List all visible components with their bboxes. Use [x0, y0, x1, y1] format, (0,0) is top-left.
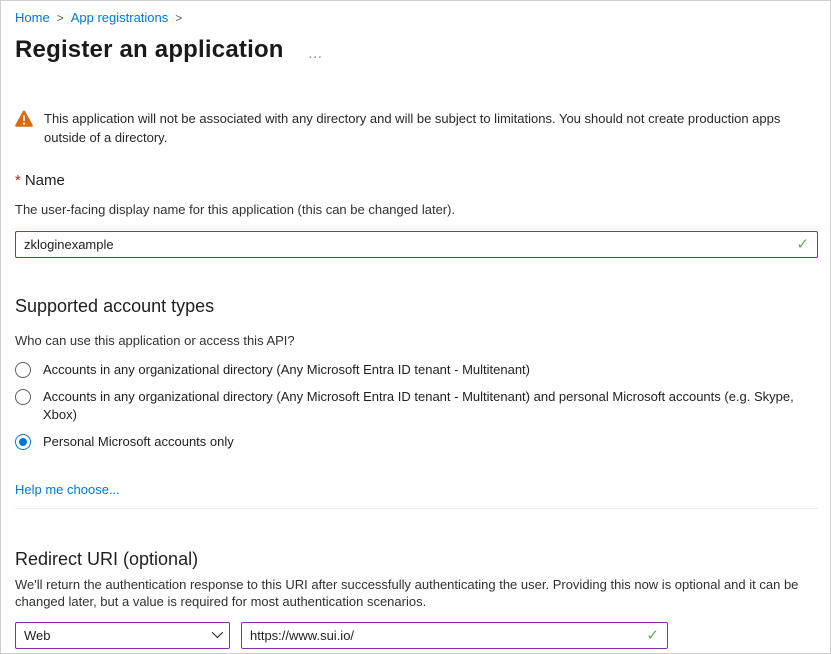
breadcrumb-app-registrations-link[interactable]: App registrations [71, 9, 169, 27]
platform-select-dropdown[interactable]: Web [15, 622, 230, 649]
radio-option-label: Accounts in any organizational directory… [43, 361, 530, 379]
name-field-label: *Name [15, 171, 816, 191]
breadcrumb: Home > App registrations > [15, 9, 816, 27]
required-asterisk: * [15, 172, 21, 189]
chevron-down-icon [212, 627, 223, 638]
warning-banner: This application will not be associated … [15, 109, 816, 147]
redirect-uri-heading: Redirect URI (optional) [15, 547, 816, 571]
radio-option-label: Accounts in any organizational directory… [43, 388, 813, 424]
section-divider [15, 508, 818, 509]
more-options-icon[interactable]: … [308, 45, 324, 62]
redirect-uri-description: We'll return the authentication response… [15, 576, 816, 610]
redirect-uri-input-container: ✓ [241, 622, 668, 649]
valid-check-icon: ✓ [796, 236, 809, 251]
breadcrumb-separator-icon: > [175, 9, 182, 27]
warning-text: This application will not be associated … [44, 109, 816, 147]
radio-button-icon[interactable] [15, 362, 31, 378]
redirect-uri-input[interactable] [242, 623, 667, 648]
supported-account-types-heading: Supported account types [15, 294, 816, 318]
radio-button-icon[interactable] [15, 434, 31, 450]
account-type-radio-group: Accounts in any organizational directory… [15, 361, 816, 451]
register-application-page: Home > App registrations > Register an a… [0, 0, 831, 654]
help-me-choose-link[interactable]: Help me choose... [15, 481, 120, 498]
breadcrumb-separator-icon: > [57, 9, 64, 27]
name-input[interactable] [16, 232, 817, 257]
radio-option-label: Personal Microsoft accounts only [43, 433, 234, 451]
radio-option-personal-only[interactable]: Personal Microsoft accounts only [15, 433, 816, 451]
platform-select-value: Web [24, 628, 51, 643]
name-input-container: ✓ [15, 231, 818, 258]
radio-option-multitenant-personal[interactable]: Accounts in any organizational directory… [15, 388, 816, 424]
radio-option-multitenant[interactable]: Accounts in any organizational directory… [15, 361, 816, 379]
account-types-question: Who can use this application or access t… [15, 332, 816, 349]
breadcrumb-home-link[interactable]: Home [15, 9, 50, 27]
page-title: Register an application [15, 33, 284, 67]
valid-check-icon: ✓ [646, 627, 659, 642]
radio-button-icon[interactable] [15, 389, 31, 405]
warning-triangle-icon [15, 110, 33, 127]
name-field-description: The user-facing display name for this ap… [15, 201, 816, 218]
